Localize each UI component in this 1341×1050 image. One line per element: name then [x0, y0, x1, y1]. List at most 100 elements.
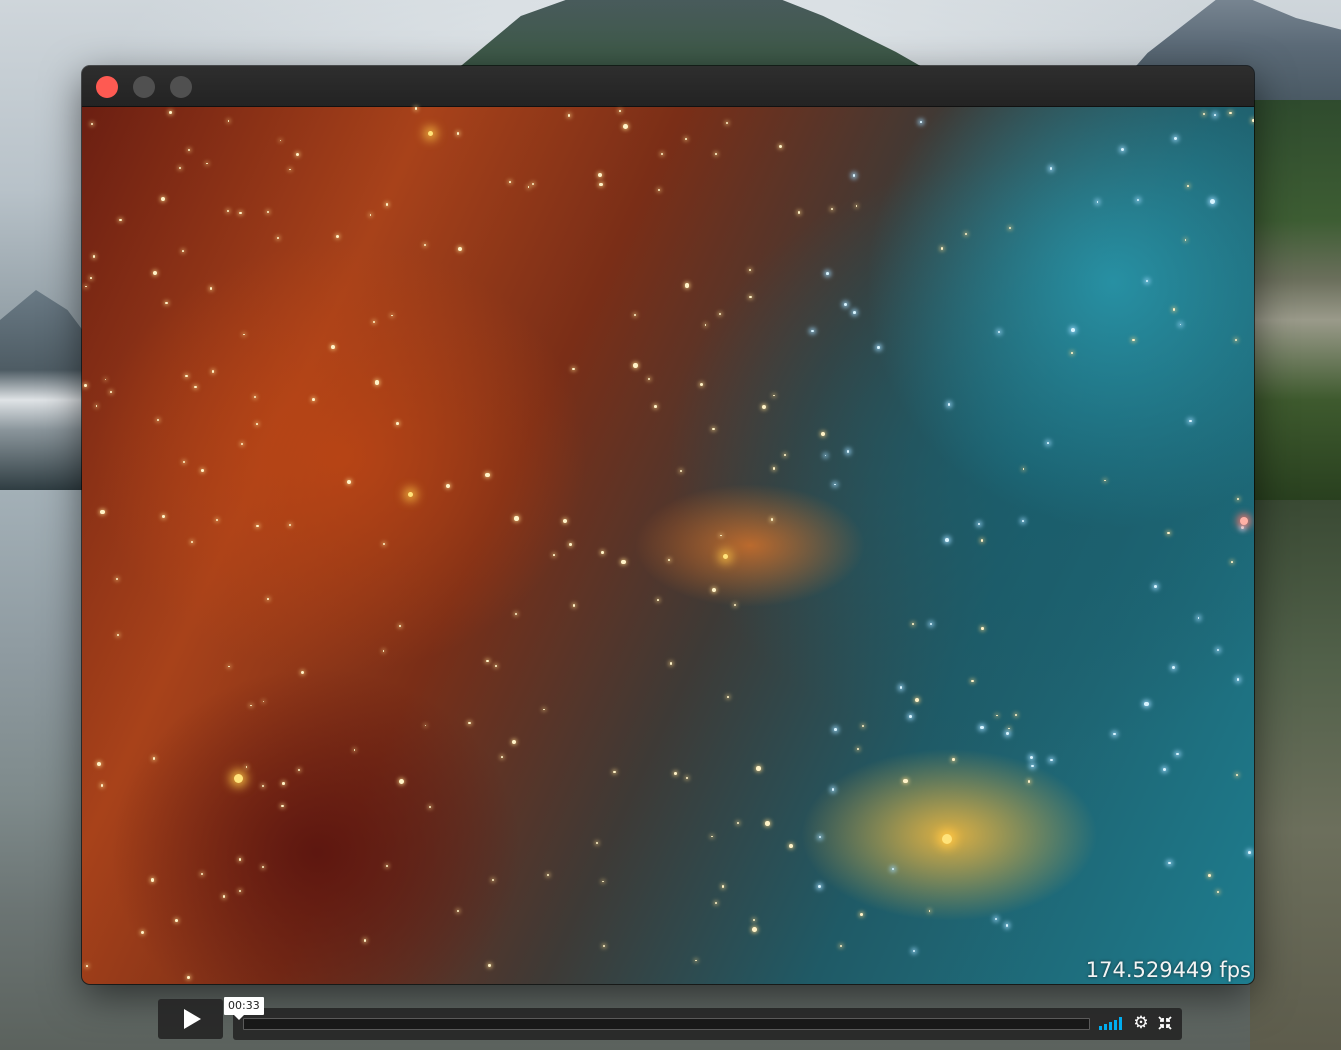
- star: [911, 623, 914, 626]
- star: [1137, 198, 1140, 202]
- star: [1168, 861, 1171, 864]
- star: [930, 622, 933, 625]
- volume-bar: [1109, 1022, 1112, 1030]
- star: [1014, 714, 1017, 717]
- star: [721, 885, 724, 888]
- star: [623, 124, 629, 130]
- star: [601, 551, 605, 554]
- star: [91, 122, 93, 125]
- star: [185, 374, 188, 378]
- star: [978, 523, 980, 526]
- star: [686, 776, 689, 779]
- star: [1202, 113, 1206, 116]
- volume-bar: [1099, 1026, 1102, 1030]
- star: [711, 587, 716, 592]
- star: [175, 919, 179, 923]
- fullscreen-icon[interactable]: [1158, 1016, 1172, 1030]
- star: [399, 625, 402, 628]
- star: [772, 394, 775, 397]
- star: [456, 132, 460, 135]
- volume-bar: [1104, 1024, 1107, 1030]
- minimize-window-button[interactable]: [133, 76, 155, 98]
- video-canvas[interactable]: 174.529449 fps: [82, 107, 1254, 984]
- star: [891, 867, 895, 871]
- close-window-button[interactable]: [96, 76, 118, 98]
- star: [684, 283, 689, 288]
- star: [811, 330, 814, 333]
- star: [157, 418, 160, 421]
- star: [1216, 890, 1220, 894]
- gear-icon[interactable]: ⚙: [1132, 1014, 1150, 1032]
- star: [372, 320, 375, 323]
- star: [276, 237, 279, 240]
- play-button[interactable]: [158, 999, 223, 1039]
- title-bar[interactable]: [82, 66, 1254, 107]
- star: [119, 218, 123, 222]
- star: [245, 766, 248, 768]
- star: [748, 269, 751, 272]
- star: [243, 333, 245, 336]
- star: [726, 121, 729, 124]
- star: [719, 312, 722, 315]
- star: [446, 484, 451, 489]
- star: [162, 515, 165, 518]
- star: [996, 714, 998, 717]
- star: [909, 715, 913, 718]
- star: [267, 598, 269, 601]
- star: [669, 661, 673, 665]
- star: [1172, 307, 1176, 311]
- star: [281, 805, 284, 808]
- star: [262, 700, 265, 703]
- star: [834, 483, 836, 486]
- star: [1021, 520, 1024, 523]
- star: [602, 945, 605, 948]
- star: [500, 755, 503, 758]
- star: [1210, 198, 1215, 204]
- star: [1070, 328, 1075, 333]
- star: [569, 543, 572, 547]
- star: [596, 842, 599, 845]
- star: [160, 196, 166, 202]
- time-tooltip: 00:33: [224, 997, 264, 1020]
- star: [289, 168, 291, 171]
- star: [227, 120, 230, 122]
- star: [1172, 665, 1176, 669]
- star: [509, 181, 511, 183]
- star: [562, 519, 567, 524]
- star: [241, 443, 244, 446]
- star: [346, 480, 352, 485]
- star: [952, 758, 955, 761]
- star: [971, 679, 974, 682]
- star: [424, 243, 427, 246]
- star: [572, 603, 576, 607]
- star: [226, 210, 229, 213]
- star: [1030, 755, 1034, 759]
- progress-scrubber[interactable]: [243, 1018, 1090, 1030]
- star: [212, 370, 215, 373]
- star: [256, 422, 259, 425]
- star: [843, 302, 847, 306]
- volume-bars-icon[interactable]: [1099, 1017, 1123, 1030]
- maximize-window-button[interactable]: [170, 76, 192, 98]
- star: [398, 779, 404, 785]
- star: [1208, 873, 1211, 877]
- star: [981, 627, 984, 630]
- star: [1189, 419, 1193, 423]
- star: [679, 469, 683, 473]
- star: [695, 959, 697, 962]
- star: [1008, 727, 1010, 730]
- star: [104, 378, 107, 381]
- star: [714, 901, 717, 904]
- star: [947, 403, 951, 406]
- star: [770, 518, 774, 522]
- star: [100, 784, 104, 787]
- star: [824, 454, 827, 457]
- star: [256, 525, 259, 528]
- star: [179, 166, 182, 169]
- star: [153, 757, 156, 760]
- star: [95, 405, 98, 407]
- star: [254, 395, 257, 398]
- bright-star: [1240, 517, 1248, 525]
- star: [660, 152, 664, 155]
- star: [532, 183, 535, 186]
